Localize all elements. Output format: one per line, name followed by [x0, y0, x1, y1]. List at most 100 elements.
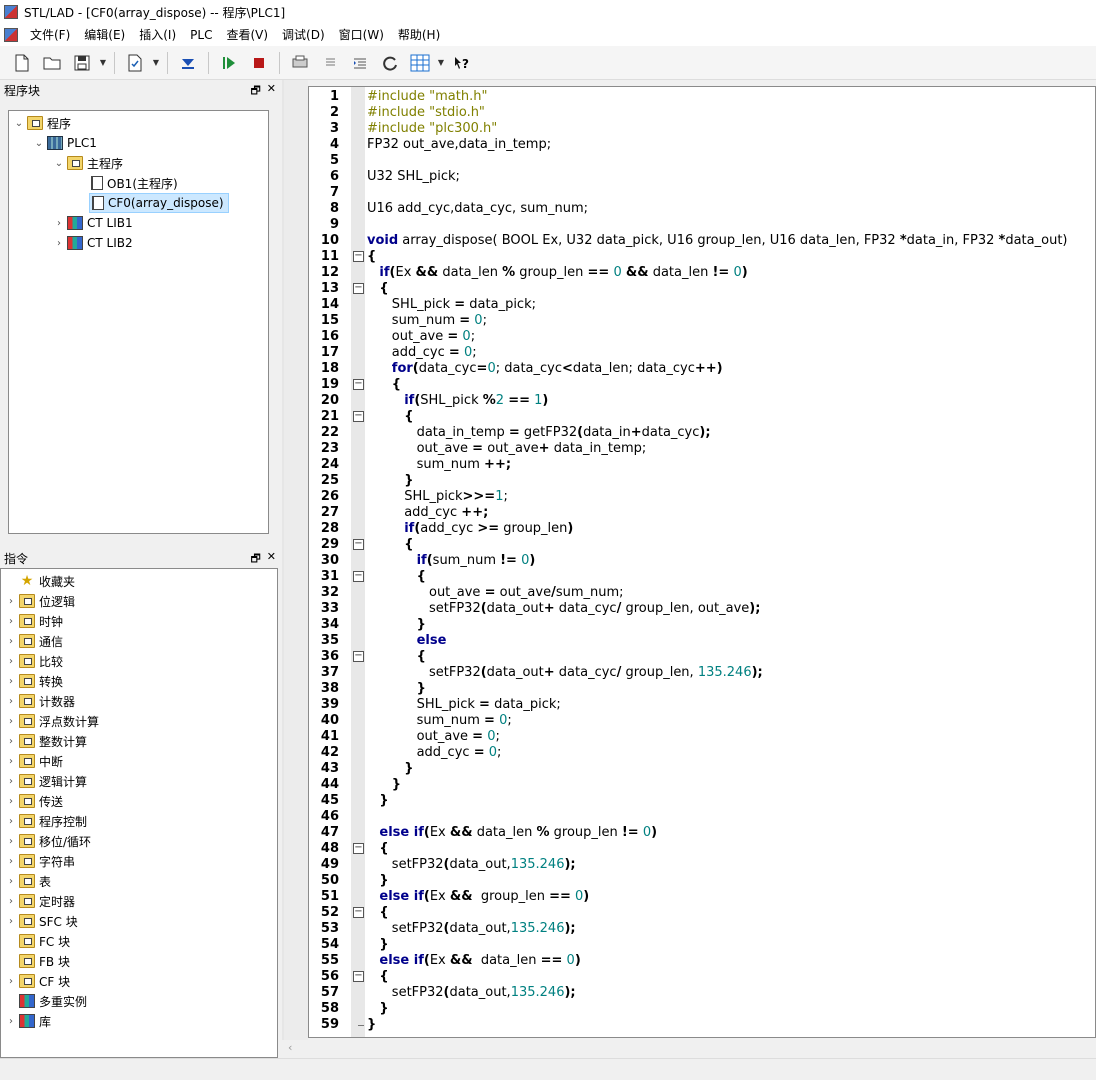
code-line[interactable]: for(data_cyc=0; data_cyc<data_len; data_…	[367, 361, 723, 377]
chevron-right-icon[interactable]: ›	[5, 696, 17, 707]
chevron-right-icon[interactable]: ›	[5, 1016, 17, 1027]
code-line[interactable]: }	[367, 777, 401, 793]
menu-file[interactable]: 文件(F)	[24, 24, 78, 46]
chevron-right-icon[interactable]: ›	[5, 816, 17, 827]
instruction-item[interactable]: › 库	[5, 1011, 51, 1031]
code-line[interactable]: {	[367, 249, 376, 265]
code-line[interactable]: setFP32(data_out+ data_cyc/ group_len, 1…	[367, 665, 763, 681]
menu-debug[interactable]: 调试(D)	[276, 24, 333, 46]
code-line[interactable]: {	[367, 409, 413, 425]
code-line[interactable]: FP32 out_ave,data_in_temp;	[367, 137, 551, 153]
menu-help[interactable]: 帮助(H)	[392, 24, 448, 46]
code-line[interactable]: add_cyc = 0;	[367, 745, 502, 761]
code-line[interactable]: }	[367, 1001, 388, 1017]
code-line[interactable]: {	[367, 537, 413, 553]
chevron-right-icon[interactable]: ›	[5, 796, 17, 807]
code-line[interactable]: }	[367, 873, 388, 889]
code-line[interactable]: add_cyc ++;	[367, 505, 488, 521]
instruction-item[interactable]: › 定时器	[5, 891, 75, 911]
chevron-down-icon[interactable]: ⌄	[33, 138, 45, 149]
fold-collapse-icon[interactable]: −	[353, 571, 364, 582]
instruction-item[interactable]: 多重实例	[5, 991, 87, 1011]
chevron-right-icon[interactable]: ›	[5, 776, 17, 787]
code-line[interactable]: SHL_pick>>=1;	[367, 489, 508, 505]
scroll-left-icon[interactable]: ‹	[288, 1041, 292, 1054]
chevron-right-icon[interactable]: ›	[53, 218, 65, 229]
code-line[interactable]: #include "math.h"	[367, 89, 487, 105]
stop-icon[interactable]	[245, 49, 273, 77]
fold-collapse-icon[interactable]: −	[353, 411, 364, 422]
code-line[interactable]: U32 SHL_pick;	[367, 169, 460, 185]
code-line[interactable]: }	[367, 937, 388, 953]
indent-icon[interactable]	[346, 49, 374, 77]
code-line[interactable]: {	[367, 969, 388, 985]
tree-item-main-program[interactable]: ⌄ 主程序	[53, 153, 123, 173]
fold-collapse-icon[interactable]: −	[353, 651, 364, 662]
instruction-item[interactable]: › 中断	[5, 751, 63, 771]
fold-collapse-icon[interactable]: −	[353, 539, 364, 550]
chevron-right-icon[interactable]: ›	[5, 676, 17, 687]
code-line[interactable]: if(add_cyc >= group_len)	[367, 521, 573, 537]
code-line[interactable]: }	[367, 473, 413, 489]
code-line[interactable]: U16 add_cyc,data_cyc, sum_num;	[367, 201, 588, 217]
instruction-item[interactable]: › 比较	[5, 651, 63, 671]
instruction-item[interactable]: › 浮点数计算	[5, 711, 99, 731]
chevron-right-icon[interactable]: ›	[5, 716, 17, 727]
code-line[interactable]: }	[367, 1017, 376, 1033]
code-line[interactable]: if(Ex && data_len % group_len == 0 && da…	[367, 265, 747, 281]
grid-dropdown[interactable]: ▼	[436, 49, 446, 77]
instruction-item[interactable]: › 整数计算	[5, 731, 87, 751]
chevron-right-icon[interactable]: ›	[5, 876, 17, 887]
code-line[interactable]: else if(Ex && data_len % group_len != 0)	[367, 825, 657, 841]
instruction-item[interactable]: › 通信	[5, 631, 63, 651]
instruction-item[interactable]: › 时钟	[5, 611, 63, 631]
tree-item-plc1[interactable]: ⌄ PLC1	[33, 133, 97, 153]
code-line[interactable]: #include "plc300.h"	[367, 121, 497, 137]
code-line[interactable]: SHL_pick = data_pick;	[367, 297, 536, 313]
print-icon[interactable]	[286, 49, 314, 77]
code-line[interactable]: {	[367, 377, 401, 393]
code-line[interactable]: out_ave = 0;	[367, 329, 475, 345]
code-line[interactable]: setFP32(data_out,135.246);	[367, 921, 576, 937]
run-icon[interactable]	[215, 49, 243, 77]
tree-item-ct-lib2[interactable]: › CT LIB2	[53, 233, 133, 253]
code-line[interactable]: setFP32(data_out,135.246);	[367, 985, 576, 1001]
chevron-right-icon[interactable]: ›	[5, 636, 17, 647]
document-icon[interactable]	[4, 28, 18, 42]
instruction-item[interactable]: › 移位/循环	[5, 831, 91, 851]
chevron-right-icon[interactable]: ›	[5, 756, 17, 767]
fold-collapse-icon[interactable]: −	[353, 843, 364, 854]
save-icon[interactable]	[68, 49, 96, 77]
chevron-down-icon[interactable]: ⌄	[53, 158, 65, 169]
instruction-item[interactable]: › 转换	[5, 671, 63, 691]
code-line[interactable]: }	[367, 617, 426, 633]
close-icon[interactable]: ✕	[267, 82, 276, 101]
new-file-icon[interactable]	[8, 49, 36, 77]
code-line[interactable]: SHL_pick = data_pick;	[367, 697, 561, 713]
chevron-right-icon[interactable]: ›	[5, 596, 17, 607]
chevron-right-icon[interactable]: ›	[5, 916, 17, 927]
code-line[interactable]: void array_dispose( BOOL Ex, U32 data_pi…	[367, 233, 1068, 249]
menu-plc[interactable]: PLC	[184, 24, 220, 46]
code-line[interactable]: #include "stdio.h"	[367, 105, 485, 121]
code-line[interactable]: }	[367, 681, 426, 697]
code-line[interactable]: sum_num ++;	[367, 457, 511, 473]
code-line[interactable]: else	[367, 633, 447, 649]
code-line[interactable]: setFP32(data_out,135.246);	[367, 857, 576, 873]
chevron-right-icon[interactable]: ›	[53, 238, 65, 249]
horizontal-scrollbar[interactable]: ‹	[284, 1040, 1096, 1056]
fold-collapse-icon[interactable]: −	[353, 971, 364, 982]
compile-dropdown[interactable]: ▼	[151, 49, 161, 77]
code-line[interactable]: {	[367, 841, 388, 857]
tree-item-cf0[interactable]: CF0(array_dispose)	[89, 193, 229, 213]
menu-window[interactable]: 窗口(W)	[333, 24, 392, 46]
instruction-item[interactable]: › 表	[5, 871, 51, 891]
fold-collapse-icon[interactable]: −	[353, 283, 364, 294]
chevron-right-icon[interactable]: ›	[5, 976, 17, 987]
instruction-item[interactable]: › 位逻辑	[5, 591, 75, 611]
code-line[interactable]: sum_num = 0;	[367, 313, 487, 329]
code-line[interactable]: else if(Ex && group_len == 0)	[367, 889, 589, 905]
menu-edit[interactable]: 编辑(E)	[78, 24, 133, 46]
chevron-right-icon[interactable]: ›	[5, 616, 17, 627]
context-help-icon[interactable]: ?	[448, 49, 476, 77]
